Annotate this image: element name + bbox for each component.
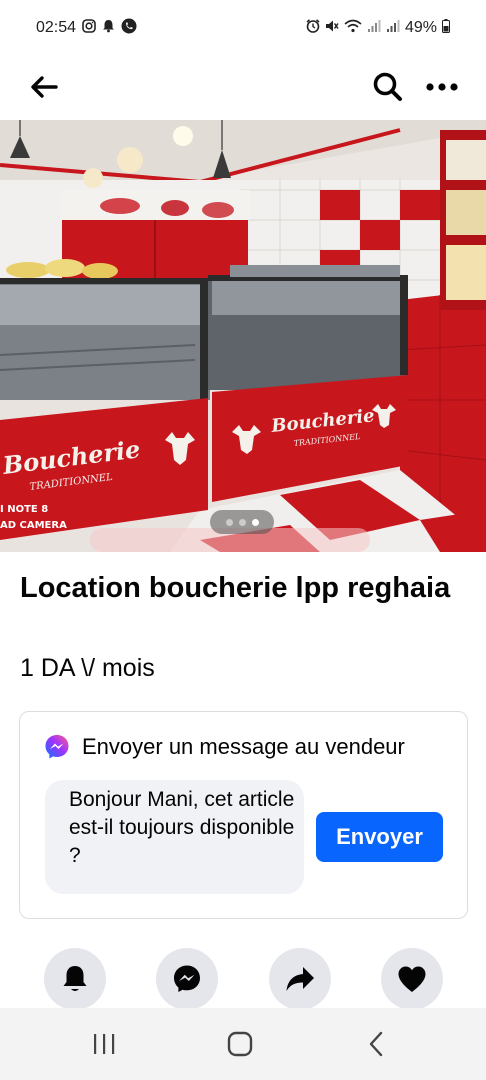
search-icon xyxy=(373,72,402,101)
more-dots-icon xyxy=(426,83,458,91)
search-button[interactable] xyxy=(368,67,408,107)
carousel-dot-active[interactable] xyxy=(251,518,259,526)
camera-watermark-line1: I NOTE 8 xyxy=(0,504,48,515)
top-nav xyxy=(0,56,486,118)
mute-icon xyxy=(325,19,339,38)
bell-icon xyxy=(63,966,87,991)
listing-title: Location boucherie lpp reghaia xyxy=(20,572,451,604)
status-bar: 02:54 49% xyxy=(0,0,486,56)
whatsapp-icon xyxy=(121,18,137,39)
home-button[interactable] xyxy=(220,1026,260,1062)
share-button[interactable] xyxy=(269,948,331,1010)
carousel-indicator xyxy=(210,510,274,534)
back-button[interactable] xyxy=(24,67,64,107)
messenger-icon xyxy=(45,735,69,759)
instagram-icon xyxy=(82,18,96,38)
carousel-dot[interactable] xyxy=(225,518,233,526)
signal-icon xyxy=(386,19,400,38)
battery-text: 49% xyxy=(404,19,437,36)
alert-button[interactable] xyxy=(44,948,106,1010)
heart-icon xyxy=(398,966,426,992)
status-right: 49% xyxy=(306,18,450,38)
message-seller-card: Envoyer un message au vendeur Bonjour Ma… xyxy=(19,711,468,919)
listing-price: 1 DA \/ mois xyxy=(20,654,155,682)
save-button[interactable] xyxy=(381,948,443,1010)
more-options-button[interactable] xyxy=(422,67,462,107)
signal-icon xyxy=(367,19,381,38)
home-icon xyxy=(227,1031,253,1057)
status-time: 02:54 xyxy=(36,19,77,36)
listing-actions xyxy=(44,948,444,1010)
messenger-icon xyxy=(174,965,200,992)
android-nav-bar xyxy=(0,1008,486,1080)
message-card-header: Envoyer un message au vendeur xyxy=(44,734,405,760)
listing-photo[interactable]: Boucherie TRADITIONNEL Boucherie TRADITI… xyxy=(0,120,486,552)
back-chevron-icon xyxy=(369,1031,383,1057)
message-input[interactable]: Bonjour Mani, cet article est-il toujour… xyxy=(45,780,304,894)
notification-bell-icon xyxy=(102,19,115,38)
wifi-icon xyxy=(344,19,362,38)
battery-icon xyxy=(442,18,450,38)
carousel-dot[interactable] xyxy=(238,518,246,526)
butcher-shop-photo: Boucherie TRADITIONNEL Boucherie TRADITI… xyxy=(0,120,486,552)
send-message-button[interactable]: Envoyer xyxy=(316,812,443,862)
message-button[interactable] xyxy=(156,948,218,1010)
message-card-heading: Envoyer un message au vendeur xyxy=(82,734,405,759)
camera-watermark-line2: AD CAMERA xyxy=(0,520,67,531)
recents-icon xyxy=(94,1034,115,1054)
system-back-button[interactable] xyxy=(356,1026,396,1062)
status-left: 02:54 xyxy=(36,18,137,39)
recents-button[interactable] xyxy=(84,1026,124,1062)
share-icon xyxy=(286,967,314,991)
arrow-left-icon xyxy=(31,76,58,98)
alarm-icon xyxy=(306,18,320,38)
